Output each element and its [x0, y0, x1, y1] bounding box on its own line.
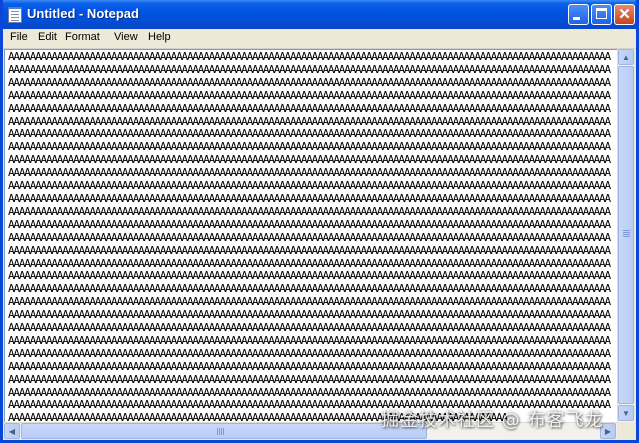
scroll-up-button[interactable]: ▲ [618, 49, 634, 65]
menu-edit[interactable]: Edit [38, 31, 57, 43]
maximize-button[interactable] [591, 4, 612, 25]
grip-icon [217, 428, 218, 435]
scroll-left-button[interactable]: ◀ [4, 423, 20, 439]
menu-help[interactable]: Help [148, 31, 171, 43]
maximize-icon [596, 8, 607, 19]
minimize-button[interactable] [568, 4, 589, 25]
window-title: Untitled - Notepad [27, 6, 139, 21]
notepad-window: Untitled - Notepad ✕ File Edit Format Vi… [0, 0, 639, 443]
menu-format[interactable]: Format [65, 31, 100, 43]
editor-text[interactable]: AAAAAAAAAAAAAAAAAAAAAAAAAAAAAAAAAAAAAAAA… [8, 51, 614, 421]
minimize-icon [573, 17, 580, 20]
scroll-down-button[interactable]: ▼ [618, 405, 634, 421]
horizontal-scroll-thumb[interactable] [21, 423, 427, 439]
close-button[interactable]: ✕ [614, 4, 635, 25]
watermark: 掘金技术社区 @ 布客飞龙 [381, 410, 604, 431]
vertical-scrollbar[interactable]: ▲ ▼ [617, 49, 634, 422]
grip-icon [623, 230, 630, 231]
close-icon: ✕ [618, 6, 631, 23]
menu-file[interactable]: File [10, 31, 28, 43]
vertical-scroll-thumb[interactable] [618, 66, 634, 404]
menu-bar: File Edit Format View Help [3, 29, 636, 49]
menu-view[interactable]: View [114, 31, 138, 43]
text-editor-area[interactable]: AAAAAAAAAAAAAAAAAAAAAAAAAAAAAAAAAAAAAAAA… [4, 49, 617, 422]
resize-grip[interactable] [617, 422, 634, 439]
title-bar[interactable]: Untitled - Notepad ✕ [3, 0, 636, 29]
notepad-icon[interactable] [8, 7, 22, 23]
